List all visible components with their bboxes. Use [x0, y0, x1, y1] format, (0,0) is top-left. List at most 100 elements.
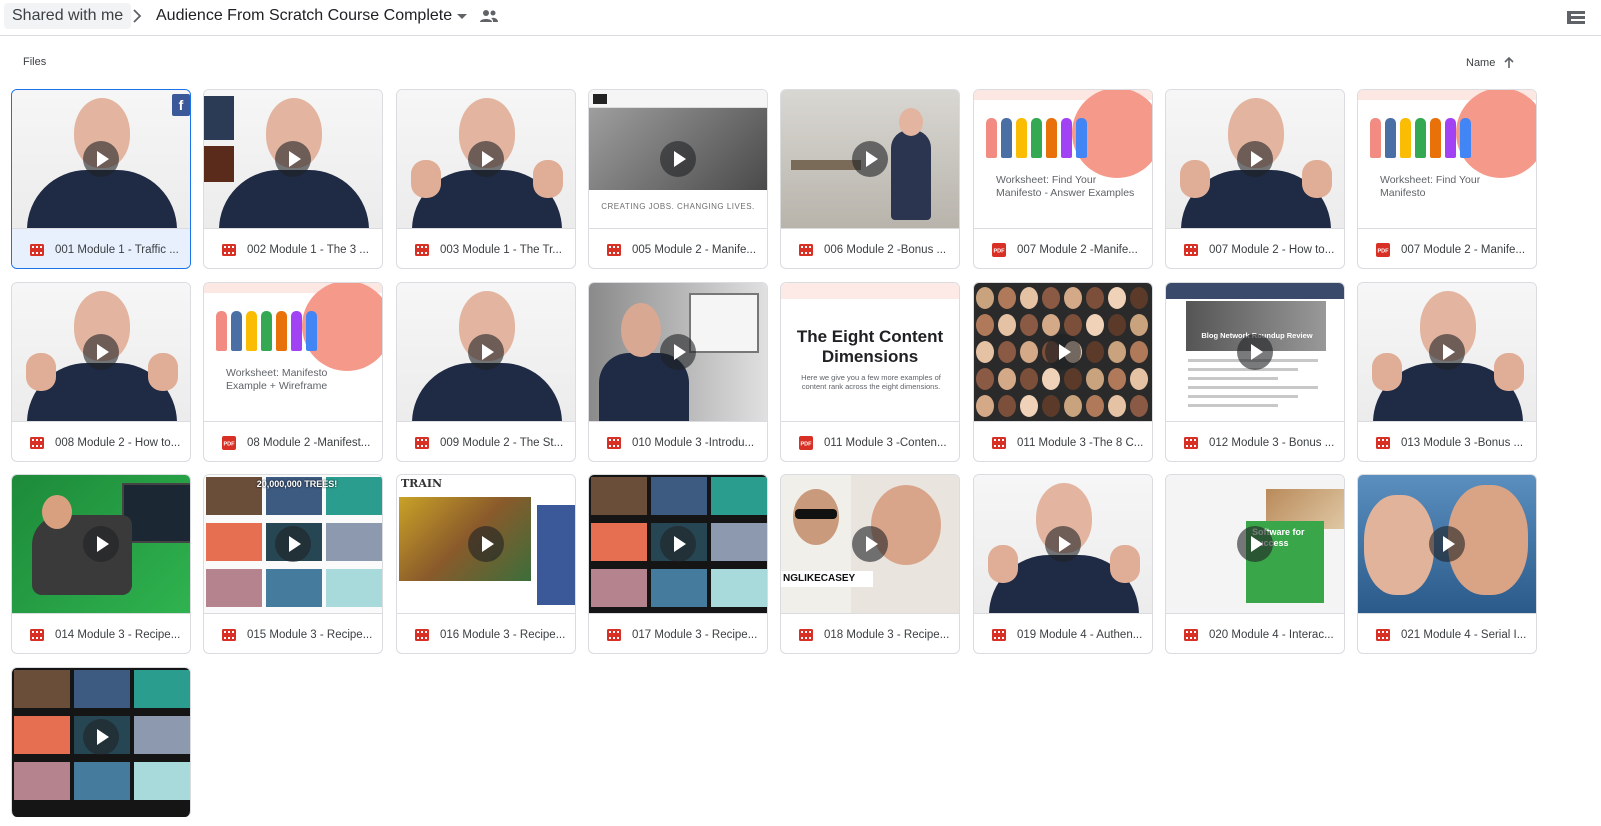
breadcrumb-current-folder[interactable]: Audience From Scratch Course Complete	[150, 3, 458, 29]
file-thumbnail[interactable]: Software for Success	[1166, 475, 1344, 613]
file-thumbnail[interactable]	[204, 90, 382, 228]
file-thumbnail[interactable]	[1358, 283, 1536, 421]
file-card[interactable]	[11, 667, 191, 817]
file-thumbnail[interactable]: 20,000,000 TREES!	[204, 475, 382, 613]
video-file-icon	[607, 436, 621, 449]
play-icon[interactable]	[83, 141, 119, 177]
thumb-figure	[216, 311, 227, 351]
file-thumbnail[interactable]: Worksheet: Find Your Manifesto - Answer …	[974, 90, 1152, 228]
play-icon[interactable]	[1237, 334, 1273, 370]
play-icon[interactable]	[660, 526, 696, 562]
file-card[interactable]: TRAIN 016 Module 3 - Recipe...	[396, 474, 576, 654]
file-card[interactable]: Blog Network Roundup Review 012 Module 3 …	[1165, 282, 1345, 462]
file-card[interactable]: Worksheet: Find Your Manifesto - Answer …	[973, 89, 1153, 269]
pdf-file-icon: PDF	[799, 435, 813, 450]
file-card[interactable]: f 001 Module 1 - Traffic ...	[11, 89, 191, 269]
list-view-icon[interactable]	[1562, 4, 1590, 30]
thumb-hero-image	[399, 497, 531, 581]
file-name: 011 Module 3 -Conten...	[824, 436, 947, 449]
thumb-video-tile	[591, 477, 647, 515]
file-name: 019 Module 4 - Authen...	[1017, 628, 1143, 641]
file-thumbnail[interactable]: The Eight Content Dimensions Here we give…	[781, 283, 959, 421]
play-icon[interactable]	[1045, 526, 1081, 562]
file-card[interactable]: 013 Module 3 -Bonus ...	[1357, 282, 1537, 462]
file-thumbnail[interactable]: NGLIKECASEY	[781, 475, 959, 613]
file-card[interactable]: 011 Module 3 -The 8 C...	[973, 282, 1153, 462]
thumb-window	[689, 293, 759, 353]
play-icon[interactable]	[468, 141, 504, 177]
file-thumbnail[interactable]	[781, 90, 959, 228]
file-card[interactable]: The Eight Content Dimensions Here we give…	[780, 282, 960, 462]
play-icon[interactable]	[468, 334, 504, 370]
play-icon[interactable]	[275, 141, 311, 177]
file-thumbnail[interactable]: f	[12, 90, 190, 228]
thumb-face	[1108, 314, 1126, 336]
file-thumbnail[interactable]	[589, 475, 767, 613]
play-icon[interactable]	[83, 334, 119, 370]
play-icon[interactable]	[660, 141, 696, 177]
thumb-figure	[1016, 118, 1027, 158]
file-thumbnail[interactable]	[12, 668, 190, 817]
file-thumbnail[interactable]: Worksheet: Manifesto Example + Wireframe	[204, 283, 382, 421]
file-card-footer: 002 Module 1 - The 3 ...	[204, 228, 382, 268]
file-card[interactable]: 006 Module 2 -Bonus ...	[780, 89, 960, 269]
file-card[interactable]: Worksheet: Find Your Manifesto PDF 007 Mod…	[1357, 89, 1537, 269]
file-thumbnail[interactable]	[974, 475, 1152, 613]
file-thumbnail[interactable]	[1166, 90, 1344, 228]
file-card[interactable]: 007 Module 2 - How to...	[1165, 89, 1345, 269]
file-thumbnail[interactable]	[397, 90, 575, 228]
file-thumbnail[interactable]	[397, 283, 575, 421]
file-thumbnail[interactable]: CREATING JOBS. CHANGING LIVES.	[589, 90, 767, 228]
play-icon[interactable]	[1429, 334, 1465, 370]
play-icon[interactable]	[852, 526, 888, 562]
file-card[interactable]: NGLIKECASEY 018 Module 3 - Recipe...	[780, 474, 960, 654]
caret-down-icon[interactable]	[452, 6, 472, 26]
thumb-desk	[791, 160, 861, 170]
file-thumbnail[interactable]	[12, 475, 190, 613]
file-card[interactable]: 014 Module 3 - Recipe...	[11, 474, 191, 654]
thumb-person-body	[412, 363, 562, 421]
file-thumbnail[interactable]	[12, 283, 190, 421]
thumb-people-illustration	[986, 110, 1096, 160]
thumb-hand	[1110, 545, 1140, 583]
play-icon[interactable]	[1045, 334, 1081, 370]
video-file-icon	[30, 243, 44, 256]
file-card[interactable]: 002 Module 1 - The 3 ...	[203, 89, 383, 269]
thumb-video-tile	[651, 569, 707, 607]
play-icon[interactable]	[1237, 526, 1273, 562]
thumb-face	[1020, 287, 1038, 309]
file-card[interactable]: Worksheet: Manifesto Example + Wireframe…	[203, 282, 383, 462]
file-card[interactable]: Software for Success 020 Module 4 - Inter…	[1165, 474, 1345, 654]
play-icon[interactable]	[1429, 526, 1465, 562]
file-thumbnail[interactable]: Worksheet: Find Your Manifesto	[1358, 90, 1536, 228]
breadcrumb-shared-with-me[interactable]: Shared with me	[4, 3, 132, 29]
file-thumbnail[interactable]	[974, 283, 1152, 421]
play-icon[interactable]	[83, 526, 119, 562]
file-thumbnail[interactable]: Blog Network Roundup Review	[1166, 283, 1344, 421]
play-icon[interactable]	[83, 719, 119, 755]
file-card[interactable]: 20,000,000 TREES! 015 Module 3 - Recipe..…	[203, 474, 383, 654]
file-thumbnail[interactable]: TRAIN	[397, 475, 575, 613]
thumb-face	[1020, 314, 1038, 336]
play-icon[interactable]	[275, 526, 311, 562]
thumb-video-tile	[134, 716, 190, 754]
file-card[interactable]: 017 Module 3 - Recipe...	[588, 474, 768, 654]
play-icon[interactable]	[1237, 141, 1273, 177]
play-icon[interactable]	[468, 526, 504, 562]
sort-label: Name	[1466, 57, 1496, 69]
file-card[interactable]: 021 Module 4 - Serial I...	[1357, 474, 1537, 654]
play-icon[interactable]	[660, 334, 696, 370]
thumb-text-line	[1188, 368, 1298, 371]
file-card[interactable]: 009 Module 2 - The St...	[396, 282, 576, 462]
file-card[interactable]: CREATING JOBS. CHANGING LIVES. 005 Module…	[588, 89, 768, 269]
play-icon[interactable]	[852, 141, 888, 177]
file-card[interactable]: 010 Module 3 -Introdu...	[588, 282, 768, 462]
file-name: 012 Module 3 - Bonus ...	[1209, 436, 1335, 449]
file-thumbnail[interactable]	[1358, 475, 1536, 613]
file-thumbnail[interactable]	[589, 283, 767, 421]
file-card[interactable]: 008 Module 2 - How to...	[11, 282, 191, 462]
thumb-figure	[1031, 118, 1042, 158]
file-card[interactable]: 003 Module 1 - The Tr...	[396, 89, 576, 269]
sort-by-name-button[interactable]: Name	[1466, 54, 1517, 72]
file-card[interactable]: 019 Module 4 - Authen...	[973, 474, 1153, 654]
